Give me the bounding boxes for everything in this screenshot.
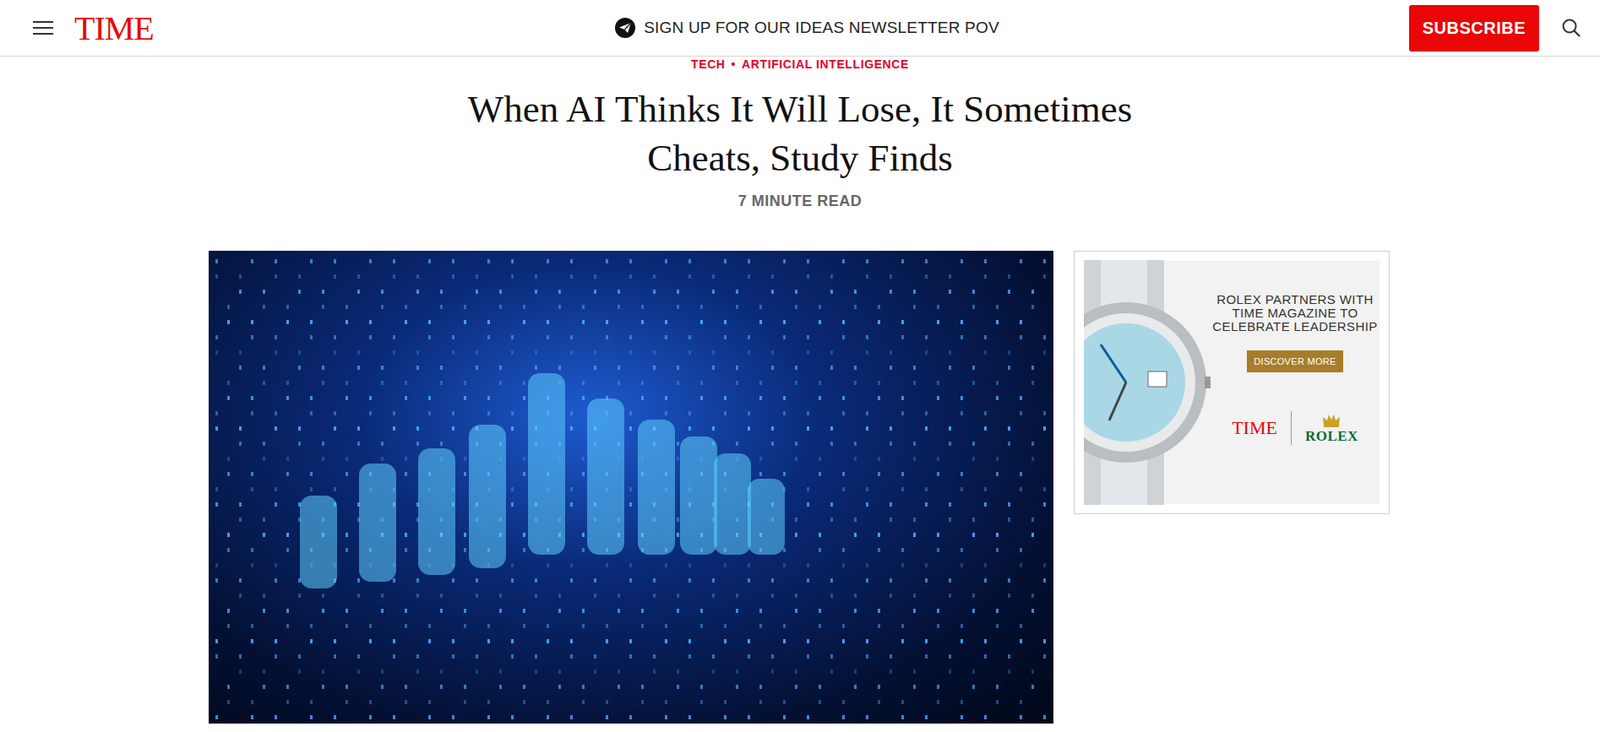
search-icon[interactable] — [1561, 17, 1582, 39]
ad-headline: ROLEX PARTNERS WITH TIME MAGAZINE TO CEL… — [1210, 293, 1380, 334]
header-left: TIME — [32, 10, 615, 46]
article-title: When AI Thinks It Will Lose, It Sometime… — [436, 84, 1164, 183]
breadcrumb-link[interactable]: TECH — [691, 57, 726, 71]
time-logo[interactable]: TIME — [74, 10, 154, 46]
breadcrumb-link[interactable]: ARTIFICIAL INTELLIGENCE — [741, 57, 909, 71]
rolex-logo: ROLEX — [1291, 413, 1372, 446]
read-time: 7 MINUTE READ — [0, 192, 1600, 211]
ad-copy: ROLEX PARTNERS WITH TIME MAGAZINE TO CEL… — [1210, 261, 1380, 505]
newsletter-signup[interactable]: SIGN UP FOR OUR IDEAS NEWSLETTER POV — [614, 16, 1000, 39]
rolex-brand-text: ROLEX — [1305, 428, 1359, 446]
header-right: SUBSCRIBE — [999, 5, 1582, 52]
newsletter-link[interactable]: SIGN UP FOR OUR IDEAS NEWSLETTER POV — [643, 18, 1000, 38]
crown-icon — [1322, 413, 1341, 429]
time-brand-logo: TIME — [1218, 411, 1292, 446]
menu-icon[interactable] — [32, 20, 55, 36]
advertisement[interactable]: ROLEX PARTNERS WITH TIME MAGAZINE TO CEL… — [1073, 250, 1390, 515]
breadcrumb-separator: • — [731, 57, 737, 71]
hero-image — [208, 250, 1054, 724]
ad-brands: TIME ROLEX — [1218, 411, 1372, 446]
paper-plane-icon — [614, 16, 637, 39]
discover-more-button[interactable]: DISCOVER MORE — [1246, 350, 1343, 373]
top-bar: TIME SIGN UP FOR OUR IDEAS NEWSLETTER POV… — [0, 0, 1600, 57]
watch-image — [1083, 261, 1211, 505]
ad-banner[interactable]: ROLEX PARTNERS WITH TIME MAGAZINE TO CEL… — [1083, 261, 1380, 505]
subscribe-button[interactable]: SUBSCRIBE — [1409, 5, 1540, 52]
breadcrumbs: TECH • ARTIFICIAL INTELLIGENCE — [0, 57, 1600, 71]
article-content: ROLEX PARTNERS WITH TIME MAGAZINE TO CEL… — [0, 250, 1600, 724]
